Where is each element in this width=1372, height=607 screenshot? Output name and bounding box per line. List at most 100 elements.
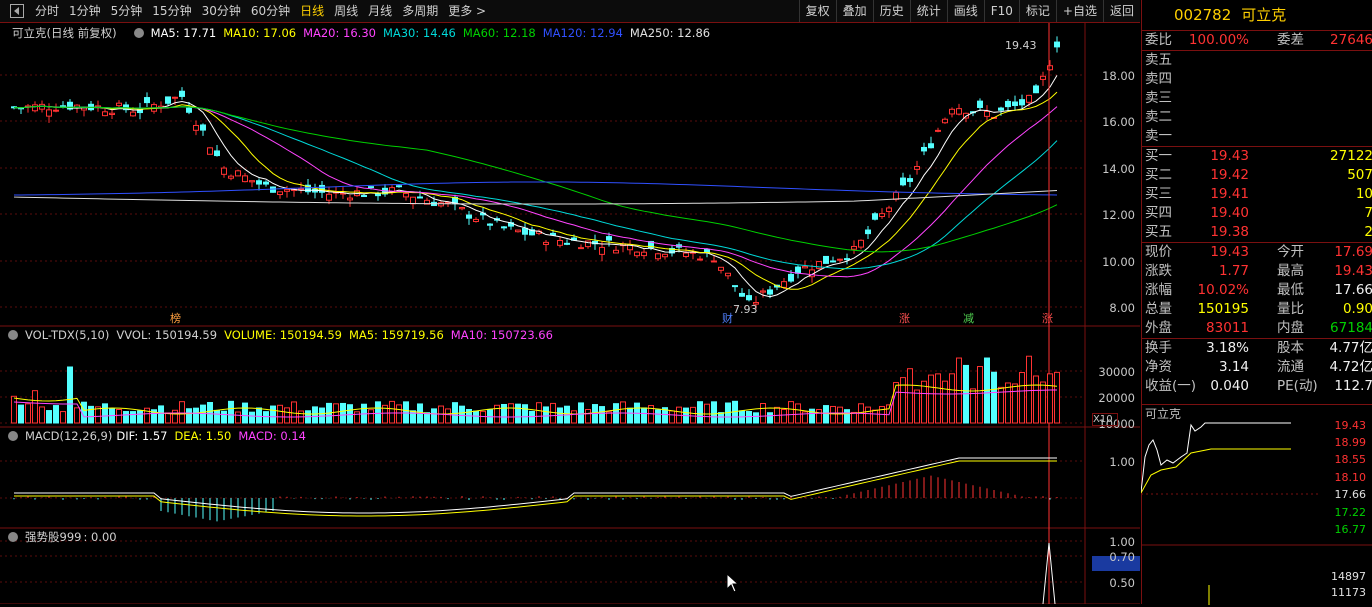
volume-bar xyxy=(137,410,143,424)
candle-body xyxy=(543,241,549,245)
candle-body xyxy=(249,180,255,183)
settings-dot-icon[interactable] xyxy=(133,28,144,38)
toolbar-button-6[interactable]: 标记 xyxy=(1018,0,1056,22)
volume-bar xyxy=(277,404,283,424)
candle-body xyxy=(949,108,955,115)
candle-body xyxy=(935,129,941,132)
candle-body xyxy=(711,260,717,263)
volume-bar xyxy=(1047,373,1053,424)
toolbar-button-3[interactable]: 统计 xyxy=(909,0,947,22)
stat-label: 净资 xyxy=(1145,359,1172,375)
candle-body xyxy=(739,292,745,297)
settings-dot-icon[interactable] xyxy=(8,532,18,542)
volume-bar xyxy=(669,410,675,424)
toolbar-button-7[interactable]: +自选 xyxy=(1055,0,1103,22)
axis-tick-label: 8.00 xyxy=(1109,301,1135,315)
candle-body xyxy=(396,185,402,188)
volume-bar xyxy=(928,374,934,424)
candle-body xyxy=(284,189,290,192)
stock-code: 002782 xyxy=(1174,6,1232,24)
stat-label: 今开 xyxy=(1277,244,1304,260)
sell-row: 卖五 xyxy=(1142,51,1372,70)
period-tab-9[interactable]: 多周期 xyxy=(397,0,443,22)
candle-body xyxy=(732,285,738,288)
candle-body xyxy=(487,223,493,226)
axis-tick-label: 12.00 xyxy=(1102,208,1135,222)
volume-bar xyxy=(312,406,318,424)
toolbar-button-8[interactable]: 返回 xyxy=(1102,0,1140,22)
candle-body xyxy=(872,213,878,220)
candle-body xyxy=(746,295,752,301)
stat-row: 净资 3.14 流通 4.72亿 xyxy=(1142,358,1372,377)
ma5-label: MA5: 17.71 xyxy=(150,26,217,40)
volume-bar xyxy=(424,412,430,424)
toolbar-button-1[interactable]: 叠加 xyxy=(835,0,873,22)
stat-value: 0.90 xyxy=(1342,301,1372,317)
settings-dot-icon[interactable] xyxy=(8,431,18,441)
volume-bar xyxy=(1012,383,1018,424)
stat-row: 现价 19.43 今开 17.69 xyxy=(1142,243,1372,262)
volume-bar xyxy=(347,404,353,424)
period-tab-2[interactable]: 5分钟 xyxy=(106,0,148,22)
weibi-label: 委比 xyxy=(1145,32,1172,48)
strong-name-label: 强势股999 xyxy=(25,530,82,544)
period-tab-1[interactable]: 1分钟 xyxy=(64,0,106,22)
candle-body xyxy=(242,175,248,183)
candle-body xyxy=(109,112,115,115)
period-tab-5[interactable]: 60分钟 xyxy=(246,0,295,22)
volume-bar xyxy=(67,366,73,424)
toolbar-button-4[interactable]: 画线 xyxy=(946,0,984,22)
period-tab-8[interactable]: 月线 xyxy=(363,0,397,22)
candle-body xyxy=(767,289,773,295)
candle-body xyxy=(116,102,122,107)
intraday-mini-chart[interactable]: 可立克 19.43 18.99 18.55 18.10 17.66 17.22 16.77 1… xyxy=(1141,404,1372,605)
period-tab-6[interactable]: 日线 xyxy=(295,0,329,22)
volume-bar xyxy=(536,402,542,424)
mini-price-tick: 17.22 xyxy=(1334,506,1367,519)
period-tab-7[interactable]: 周线 xyxy=(329,0,363,22)
candle-body xyxy=(522,227,528,235)
stock-name-label: 可立克(日线 前复权) xyxy=(12,26,117,40)
mini-price-line xyxy=(1141,422,1291,493)
toolbar-button-0[interactable]: 复权 xyxy=(798,0,836,22)
volume-bar xyxy=(501,403,507,424)
volume-bar xyxy=(1033,375,1039,424)
volume-bar xyxy=(354,411,360,424)
stat-value: 10.02% xyxy=(1197,282,1249,298)
vol-name-label: VOL-TDX(5,10) xyxy=(25,328,110,342)
candle-body xyxy=(830,260,836,263)
candle-body xyxy=(1040,75,1046,80)
candle-body xyxy=(165,96,171,104)
mini-avg-line xyxy=(1141,448,1291,494)
volume-bar xyxy=(1054,371,1060,424)
volume-bar xyxy=(214,409,220,424)
candle-body xyxy=(1026,94,1032,103)
period-tab-4[interactable]: 30分钟 xyxy=(197,0,246,22)
toolbar-button-2[interactable]: 历史 xyxy=(872,0,910,22)
vol-ma5-label: MA5: 159719.56 xyxy=(348,328,444,342)
toolbar-button-5[interactable]: F10 xyxy=(983,0,1019,22)
candle-body xyxy=(802,265,808,269)
settings-dot-icon[interactable] xyxy=(8,330,18,340)
candle-body xyxy=(683,252,689,258)
period-tab-0[interactable]: 分时 xyxy=(30,0,64,22)
volume-label: VOLUME: 150194.59 xyxy=(224,328,342,342)
period-tab-3[interactable]: 15分钟 xyxy=(147,0,196,22)
collapse-icon[interactable] xyxy=(10,4,24,18)
volume-bar xyxy=(1040,381,1046,424)
candle-body xyxy=(956,108,962,115)
stat-label: 流通 xyxy=(1277,359,1304,375)
volume-bar xyxy=(200,404,206,424)
candle-body xyxy=(550,232,556,236)
buy-volume: 27122 xyxy=(1330,148,1372,164)
stat-row: 涨跌 1.77 最高 19.43 xyxy=(1142,262,1372,281)
sell-label: 卖五 xyxy=(1145,52,1172,68)
chart-area[interactable]: 19.43 7.93 榜 财 涨 减 涨 可立克(日线 前复权) MA5: 17.71 MA10… xyxy=(0,23,1140,605)
volume-bar xyxy=(655,409,661,424)
candle-body xyxy=(557,240,563,246)
mini-vol-tick: 14897 xyxy=(1331,570,1366,583)
axis-tick-label: 1.00 xyxy=(1109,455,1135,469)
period-tab-10[interactable]: 更多 > xyxy=(443,0,491,22)
kline-chart-svg[interactable]: 19.43 7.93 榜 财 涨 减 涨 xyxy=(0,23,1140,605)
candle-body xyxy=(1054,41,1060,48)
